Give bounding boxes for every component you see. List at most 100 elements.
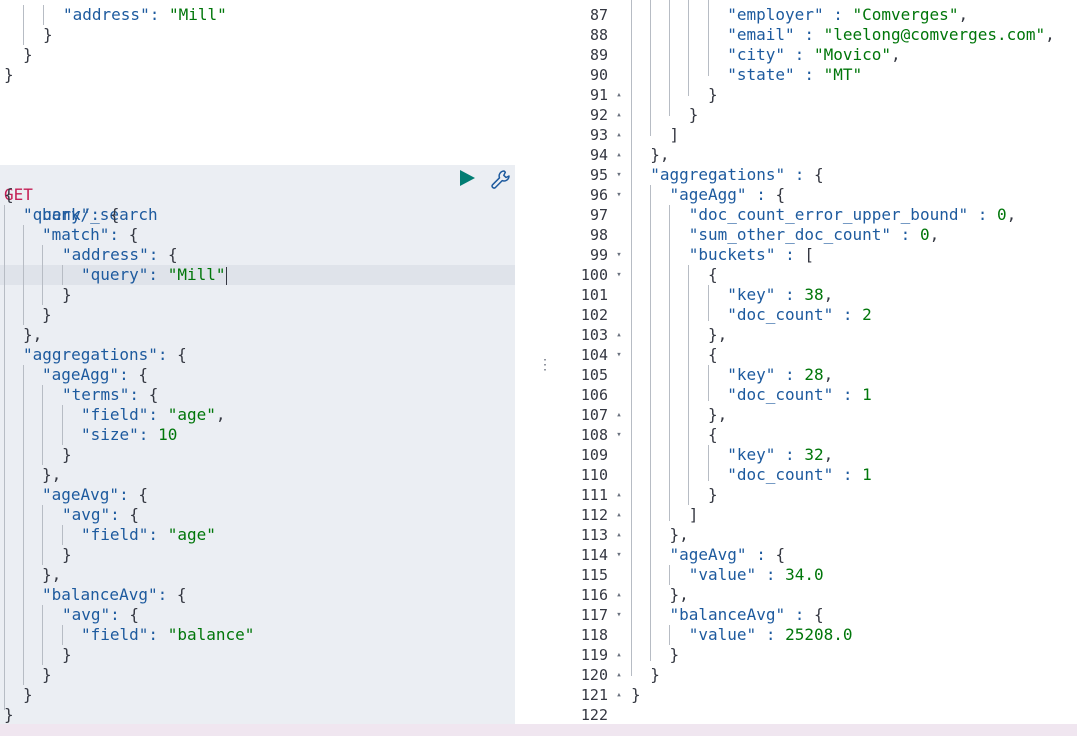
fold-close-icon[interactable]: ▴ — [614, 145, 624, 165]
response-text: "value" : 25208.0 — [688, 625, 853, 644]
fold-close-icon[interactable]: ▴ — [614, 585, 624, 605]
response-text: ] — [688, 505, 699, 524]
response-text: { — [708, 345, 718, 364]
fold-close-icon[interactable]: ▴ — [614, 685, 624, 705]
play-icon — [460, 170, 475, 186]
fold-close-icon[interactable]: ▴ — [614, 325, 624, 345]
code-line: "match": { — [42, 225, 139, 244]
line-number: 99 — [589, 246, 608, 264]
fold-close-icon[interactable]: ▴ — [614, 105, 624, 125]
indent-guide — [23, 5, 24, 45]
response-text: }, — [669, 525, 689, 544]
response-line: 96 ▾ "ageAgg" : { — [555, 185, 1077, 205]
response-line: 106 "doc_count" : 1 — [555, 385, 1077, 405]
line-number: 115 — [580, 566, 608, 584]
line-number: 98 — [589, 226, 608, 244]
request-line: GET bank/_search — [0, 165, 515, 224]
line-number: 88 — [589, 26, 608, 44]
code-line: }, — [42, 565, 62, 584]
line-number: 100 — [580, 266, 608, 284]
response-line: 109 "key" : 32, — [555, 445, 1077, 465]
request-editor[interactable]: "address": "Mill" } } } GET bank/_search… — [0, 0, 515, 724]
fold-close-icon[interactable]: ▴ — [614, 485, 624, 505]
response-text: "ageAgg" : { — [669, 185, 786, 204]
response-content: 87 "employer" : "Comverges", 88 "email" : "… — [555, 0, 1077, 724]
response-line: 97 "doc_count_error_upper_bound" : 0, — [555, 205, 1077, 225]
response-text: }, — [708, 325, 728, 344]
response-line: 108 ▾ { — [555, 425, 1077, 445]
response-line: 122 — [555, 705, 1077, 724]
line-number: 106 — [580, 386, 608, 404]
line-number: 122 — [580, 706, 608, 724]
line-number: 121 — [580, 686, 608, 704]
fold-close-icon[interactable]: ▴ — [614, 85, 624, 105]
response-text: }, — [669, 585, 689, 604]
response-line: 117 ▾ "balanceAvg" : { — [555, 605, 1077, 625]
fold-close-icon[interactable]: ▴ — [614, 125, 624, 145]
code-line: "address": { — [62, 245, 178, 264]
line-number: 110 — [580, 466, 608, 484]
response-line: 102 "doc_count" : 2 — [555, 305, 1077, 325]
fold-close-icon[interactable]: ▴ — [614, 525, 624, 545]
code-line: } — [62, 645, 72, 664]
line-number: 93 — [589, 126, 608, 144]
request-options-button[interactable] — [490, 169, 512, 191]
code-line: } — [43, 25, 53, 44]
code-line: { — [4, 185, 14, 204]
response-line: 104 ▾ { — [555, 345, 1077, 365]
response-line: 116 ▴}, — [555, 585, 1077, 605]
response-line: 87 "employer" : "Comverges", — [555, 5, 1077, 25]
indent-guide — [43, 5, 44, 25]
line-number: 113 — [580, 526, 608, 544]
fold-open-icon[interactable]: ▾ — [614, 165, 624, 185]
response-line: 98 "sum_other_doc_count" : 0, — [555, 225, 1077, 245]
response-text: "aggregations" : { — [650, 165, 824, 184]
fold-open-icon[interactable]: ▾ — [614, 345, 624, 365]
code-line: } — [42, 665, 52, 684]
line-number: 105 — [580, 366, 608, 384]
line-number: 120 — [580, 666, 608, 684]
response-text: }, — [650, 145, 670, 164]
response-text: "key" : 28, — [727, 365, 834, 384]
response-text: "value" : 34.0 — [688, 565, 824, 584]
response-text: "email" : "leelong@comverges.com", — [727, 25, 1055, 44]
line-number: 114 — [580, 546, 608, 564]
fold-close-icon[interactable]: ▴ — [614, 505, 624, 525]
line-number: 92 — [589, 106, 608, 124]
fold-open-icon[interactable]: ▾ — [614, 185, 624, 205]
fold-open-icon[interactable]: ▾ — [614, 545, 624, 565]
response-text: { — [708, 425, 718, 444]
code-line: } — [42, 305, 52, 324]
fold-open-icon[interactable]: ▾ — [614, 245, 624, 265]
fold-open-icon[interactable]: ▾ — [614, 425, 624, 445]
response-text: } — [708, 85, 718, 104]
response-line: 94 ▴}, — [555, 145, 1077, 165]
code-line: "aggregations": { — [23, 345, 187, 364]
fold-close-icon[interactable]: ▴ — [614, 665, 624, 685]
response-text: } — [631, 685, 641, 704]
response-text: } — [708, 485, 718, 504]
response-line: 118 "value" : 25208.0 — [555, 625, 1077, 645]
response-line: 103 ▴}, — [555, 325, 1077, 345]
line-number: 116 — [580, 586, 608, 604]
response-text: "key" : 32, — [727, 445, 834, 464]
fold-open-icon[interactable]: ▾ — [614, 605, 624, 625]
code-line: "balanceAvg": { — [42, 585, 187, 604]
fold-close-icon[interactable]: ▴ — [614, 405, 624, 425]
pane-splitter-icon[interactable]: ⋮ — [538, 350, 552, 380]
code-line: } — [4, 705, 14, 724]
response-text: "doc_count_error_upper_bound" : 0, — [688, 205, 1017, 224]
fold-close-icon[interactable]: ▴ — [614, 645, 624, 665]
code-line: "query": "Mill" — [81, 265, 227, 285]
fold-open-icon[interactable]: ▾ — [614, 265, 624, 285]
run-request-button[interactable] — [458, 169, 478, 187]
response-line: 88 "email" : "leelong@comverges.com", — [555, 25, 1077, 45]
response-text: } — [688, 105, 699, 124]
line-number: 118 — [580, 626, 608, 644]
line-number: 102 — [580, 306, 608, 324]
response-text: "ageAvg" : { — [669, 545, 786, 564]
response-text: "doc_count" : 1 — [727, 385, 872, 404]
response-text: "sum_other_doc_count" : 0, — [688, 225, 940, 244]
response-line: 95 ▾ "aggregations" : { — [555, 165, 1077, 185]
line-number: 87 — [589, 6, 608, 24]
